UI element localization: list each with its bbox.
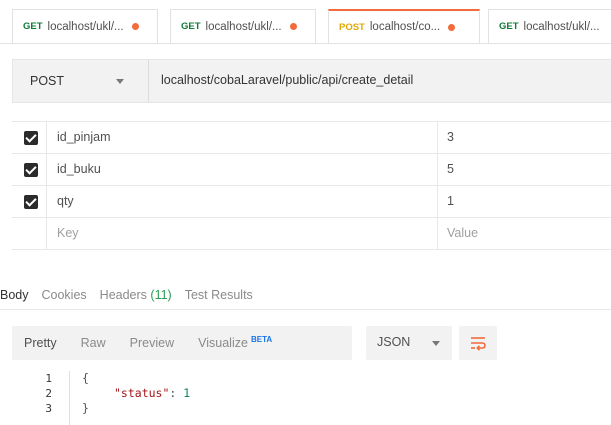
param-row: id_pinjam 3 — [12, 122, 611, 154]
tab-method-label: GET — [499, 21, 519, 32]
code-line: 3 } — [0, 401, 611, 416]
response-tabs: Body Cookies Headers (11) Test Results — [0, 285, 266, 305]
param-checkbox-cell — [12, 218, 47, 249]
json-value: 1 — [183, 386, 191, 400]
request-tab-1[interactable]: GET localhost/ukl/... — [12, 9, 158, 43]
http-method-select[interactable]: POST — [13, 60, 149, 102]
wrap-lines-icon — [471, 337, 486, 351]
param-row-new: Key Value — [12, 218, 611, 250]
tab-headers-label: Headers — [99, 288, 147, 302]
unsaved-dot-icon — [448, 23, 456, 31]
request-tab-4[interactable]: GET localhost/ukl/... — [488, 9, 611, 43]
param-row: id_buku 5 — [12, 154, 611, 186]
code-line: 2 "status": 1 — [0, 386, 611, 401]
param-key[interactable]: qty — [57, 194, 74, 208]
tab-url-label: localhost/co... — [369, 21, 441, 33]
tab-method-label: GET — [23, 21, 43, 32]
response-body-code: 1 { 2 "status": 1 3 } — [0, 371, 611, 416]
headers-count-badge: (11) — [150, 288, 172, 302]
request-tab-3-active[interactable]: POST localhost/co... — [328, 9, 480, 43]
checkbox-checked-icon[interactable] — [24, 163, 38, 177]
request-bar: POST localhost/cobaLaravel/public/api/cr… — [12, 59, 611, 103]
json-pair: "status": 1 — [114, 386, 190, 401]
response-tabs-divider — [0, 309, 611, 310]
tab-url-label: localhost/ukl/... — [47, 20, 124, 33]
tab-headers[interactable]: Headers (11) — [100, 288, 172, 302]
response-format-value: JSON — [377, 335, 411, 349]
json-key: "status" — [114, 386, 170, 400]
column-divider — [437, 122, 438, 153]
param-row: qty 1 — [12, 186, 611, 218]
param-checkbox-cell — [12, 122, 47, 153]
tab-method-label: POST — [339, 21, 365, 33]
line-number: 2 — [45, 387, 52, 400]
visualize-label: Visualize — [198, 336, 248, 351]
column-divider — [437, 186, 438, 217]
chevron-down-icon — [116, 79, 124, 84]
preview-button[interactable]: Preview — [118, 336, 186, 350]
unsaved-dot-icon — [131, 23, 139, 30]
param-key-placeholder[interactable]: Key — [57, 226, 79, 240]
checkbox-checked-icon[interactable] — [24, 131, 38, 145]
wrap-lines-button[interactable] — [459, 326, 497, 360]
json-colon: : — [169, 386, 184, 400]
param-value[interactable]: 1 — [447, 194, 454, 208]
chevron-down-icon — [432, 341, 440, 346]
pretty-button[interactable]: Pretty — [12, 336, 69, 350]
tab-strip-divider — [0, 43, 611, 44]
params-table: id_pinjam 3 id_buku 5 qty 1 Key Value — [12, 121, 611, 250]
unsaved-dot-icon — [289, 23, 297, 30]
request-tab-2[interactable]: GET localhost/ukl/... — [170, 9, 316, 43]
tab-cookies[interactable]: Cookies — [42, 288, 87, 302]
response-format-select[interactable]: JSON — [366, 326, 452, 360]
json-open-brace: { — [82, 371, 89, 385]
tab-test-results[interactable]: Test Results — [185, 288, 253, 302]
column-divider — [437, 218, 438, 249]
tab-url-label: localhost/ukl/... — [205, 20, 282, 33]
json-close-brace: } — [82, 401, 89, 415]
tab-url-label: localhost/ukl/... — [523, 20, 600, 33]
param-key[interactable]: id_pinjam — [57, 130, 111, 144]
param-key[interactable]: id_buku — [57, 162, 101, 176]
beta-badge: BETA — [250, 335, 273, 345]
line-number: 1 — [45, 372, 52, 385]
checkbox-checked-icon[interactable] — [24, 195, 38, 209]
param-checkbox-cell — [12, 154, 47, 185]
param-checkbox-cell — [12, 186, 47, 217]
line-number: 3 — [45, 402, 52, 415]
tab-body[interactable]: Body — [0, 288, 29, 302]
http-method-value: POST — [30, 74, 65, 88]
param-value-placeholder[interactable]: Value — [447, 226, 478, 240]
code-line: 1 { — [0, 371, 611, 386]
visualize-button[interactable]: Visualize BETA — [186, 335, 284, 350]
raw-button[interactable]: Raw — [69, 336, 118, 350]
request-url-input[interactable]: localhost/cobaLaravel/public/api/create_… — [161, 73, 413, 87]
request-tab-strip: GET localhost/ukl/... GET localhost/ukl/… — [0, 0, 611, 46]
param-value[interactable]: 3 — [447, 130, 454, 144]
param-value[interactable]: 5 — [447, 162, 454, 176]
response-view-toolbar: Pretty Raw Preview Visualize BETA — [12, 326, 352, 360]
column-divider — [437, 154, 438, 185]
tab-method-label: GET — [181, 21, 201, 32]
